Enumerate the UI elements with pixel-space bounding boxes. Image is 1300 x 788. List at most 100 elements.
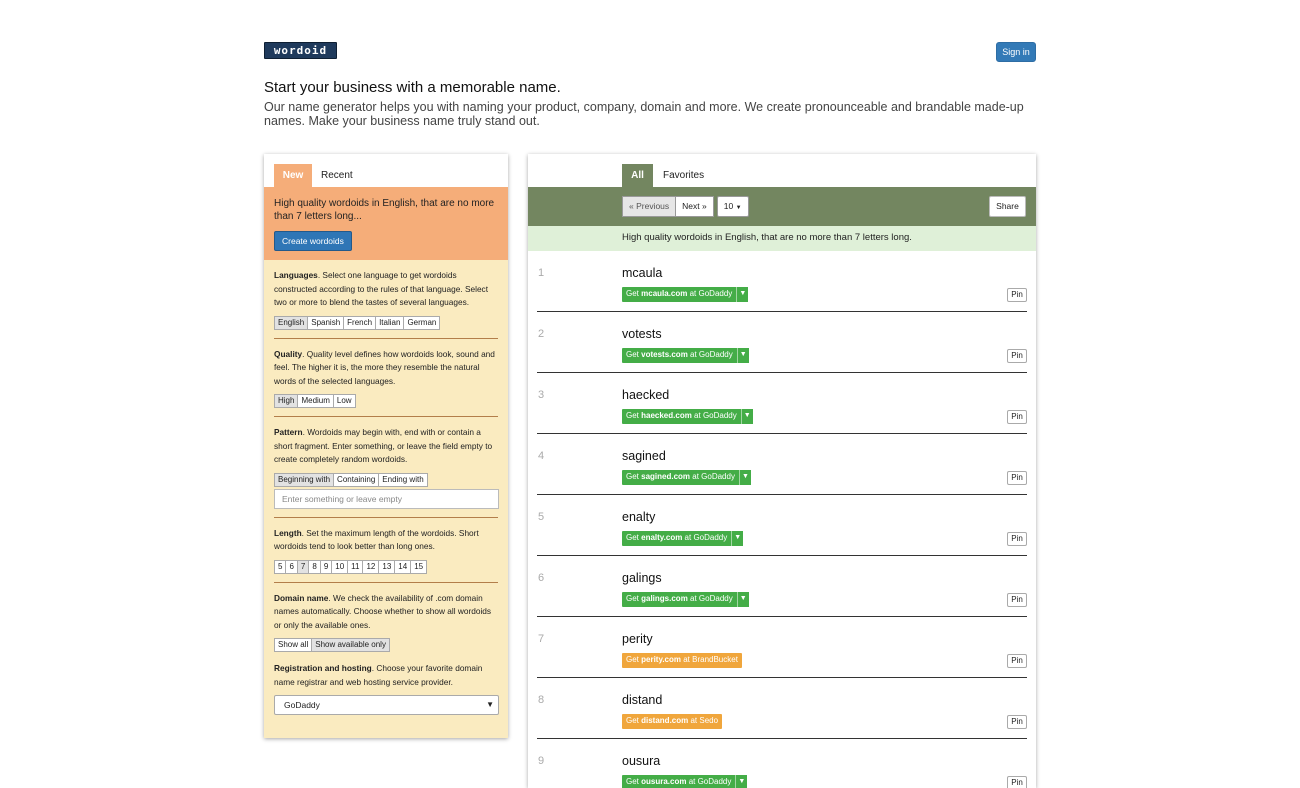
pin-button[interactable]: Pin (1007, 654, 1027, 668)
tab-new[interactable]: New (274, 164, 312, 187)
registrar-select[interactable]: GoDaddy ▼ (274, 695, 499, 715)
domain-post: at Sedo (688, 716, 719, 725)
result-word[interactable]: mcaula (622, 266, 662, 280)
result-row: 8 distand Get distand.com at Sedo Pin (537, 678, 1027, 739)
domain-link[interactable]: Get perity.com at BrandBucket (622, 653, 742, 668)
domain-option-available-only[interactable]: Show available only (311, 638, 390, 652)
domain-name: galings.com (641, 594, 688, 603)
result-row: 7 perity Get perity.com at BrandBucket Pin (537, 617, 1027, 678)
domain-post: at GoDaddy (687, 594, 733, 603)
result-number: 3 (538, 389, 545, 401)
result-word[interactable]: sagined (622, 449, 666, 463)
result-number: 7 (538, 633, 545, 645)
pin-button[interactable]: Pin (1007, 776, 1027, 788)
sign-in-button[interactable]: Sign in (996, 42, 1036, 62)
quality-option-low[interactable]: Low (332, 394, 356, 408)
page-size-value: 10 (723, 201, 734, 211)
length-option[interactable]: 15 (410, 559, 428, 574)
caret-down-icon[interactable]: ▼ (736, 592, 749, 607)
language-option-french[interactable]: French (343, 315, 377, 330)
quality-options: High Medium Low (274, 394, 356, 408)
registrar-selected: GoDaddy (284, 700, 320, 710)
domain-pre: Get (626, 716, 642, 725)
result-row: 1 mcaula Get mcaula.com at GoDaddy ▼ Pin (537, 251, 1027, 312)
pin-button[interactable]: Pin (1007, 471, 1027, 485)
previous-button[interactable]: « Previous (622, 196, 677, 217)
domain-buy-button: Get ousura.com at GoDaddy ▼ (622, 775, 748, 788)
pager: « Previous Next » 10 ▼ (622, 196, 749, 217)
language-options: English Spanish French Italian German (274, 315, 441, 330)
pin-button[interactable]: Pin (1007, 410, 1027, 424)
pattern-options: Beginning with Containing Ending with (274, 472, 428, 487)
pin-button[interactable]: Pin (1007, 532, 1027, 546)
caret-down-icon[interactable]: ▼ (735, 775, 748, 788)
caret-down-icon[interactable]: ▼ (736, 348, 749, 363)
domain-option-show-all[interactable]: Show all (274, 638, 313, 652)
language-option-english[interactable]: English (274, 315, 309, 330)
pattern-text: . Wordoids may begin with, end with or c… (274, 427, 493, 464)
caret-down-icon[interactable]: ▼ (736, 287, 749, 302)
length-option[interactable]: 14 (394, 559, 412, 574)
tab-all[interactable]: All (622, 164, 653, 187)
domain-pre: Get (626, 350, 642, 359)
domain-buy-button: Get votests.com at GoDaddy ▼ (622, 348, 749, 363)
domain-name: distand.com (641, 716, 689, 725)
page-size-dropdown[interactable]: 10 ▼ (716, 196, 749, 217)
result-number: 5 (538, 511, 545, 523)
domain-link[interactable]: Get sagined.com at GoDaddy (622, 470, 739, 485)
language-option-italian[interactable]: Italian (375, 315, 405, 330)
results-list: 1 mcaula Get mcaula.com at GoDaddy ▼ Pin 2 vot… (537, 251, 1027, 788)
pin-button[interactable]: Pin (1007, 593, 1027, 607)
length-option[interactable]: 13 (378, 559, 396, 574)
quality-option-medium[interactable]: Medium (297, 394, 334, 408)
results-tabs: All Favorites (528, 154, 1036, 187)
pattern-option-ending[interactable]: Ending with (378, 472, 428, 487)
domain-link[interactable]: Get galings.com at GoDaddy (622, 592, 737, 607)
domain-link[interactable]: Get enalty.com at GoDaddy (622, 531, 732, 546)
language-option-spanish[interactable]: Spanish (307, 315, 345, 330)
domain-link[interactable]: Get distand.com at Sedo (622, 714, 723, 729)
quality-option-high[interactable]: High (274, 394, 299, 408)
create-wordoids-button[interactable]: Create wordoids (274, 231, 352, 251)
quality-title: Quality (274, 348, 303, 359)
wordoid-logo[interactable]: wordoid (264, 42, 337, 59)
tab-recent[interactable]: Recent (313, 164, 361, 187)
result-word[interactable]: haecked (622, 388, 669, 402)
domain-link[interactable]: Get ousura.com at GoDaddy (622, 775, 736, 788)
result-word[interactable]: enalty (622, 510, 655, 524)
domain-link[interactable]: Get mcaula.com at GoDaddy (622, 287, 737, 302)
result-word[interactable]: ousura (622, 754, 660, 768)
share-button[interactable]: Share (989, 196, 1026, 217)
domain-buy-button: Get sagined.com at GoDaddy ▼ (622, 470, 751, 485)
domain-name: sagined.com (641, 472, 691, 481)
pin-button[interactable]: Pin (1007, 349, 1027, 363)
next-button[interactable]: Next » (675, 196, 714, 217)
result-row: 2 votests Get votests.com at GoDaddy ▼ Pin (537, 312, 1027, 373)
length-title: Length (274, 527, 302, 538)
caret-down-icon[interactable]: ▼ (740, 409, 753, 424)
length-option[interactable]: 12 (362, 559, 380, 574)
pin-button[interactable]: Pin (1007, 288, 1027, 302)
pin-button[interactable]: Pin (1007, 715, 1027, 729)
caret-down-icon[interactable]: ▼ (731, 531, 744, 546)
pattern-input[interactable] (274, 488, 499, 509)
domain-post: at GoDaddy (687, 289, 733, 298)
pattern-option-containing[interactable]: Containing (333, 472, 380, 487)
tab-favorites[interactable]: Favorites (663, 164, 704, 187)
result-word[interactable]: perity (622, 632, 653, 646)
result-word[interactable]: votests (622, 327, 662, 341)
language-option-german[interactable]: German (403, 315, 441, 330)
domain-link[interactable]: Get votests.com at GoDaddy (622, 348, 737, 363)
length-section: Length. Set the maximum length of the wo… (274, 518, 498, 583)
result-word[interactable]: distand (622, 693, 662, 707)
domain-post: at GoDaddy (687, 350, 733, 359)
length-option[interactable]: 10 (331, 559, 349, 574)
length-option[interactable]: 11 (347, 559, 364, 574)
domain-link[interactable]: Get haecked.com at GoDaddy (622, 409, 741, 424)
languages-title: Languages (274, 270, 318, 280)
pattern-option-beginning[interactable]: Beginning with (274, 472, 335, 487)
domain-name: mcaula.com (641, 289, 688, 298)
result-word[interactable]: galings (622, 571, 662, 585)
domain-name: ousura.com (641, 777, 687, 786)
caret-down-icon[interactable]: ▼ (738, 470, 751, 485)
